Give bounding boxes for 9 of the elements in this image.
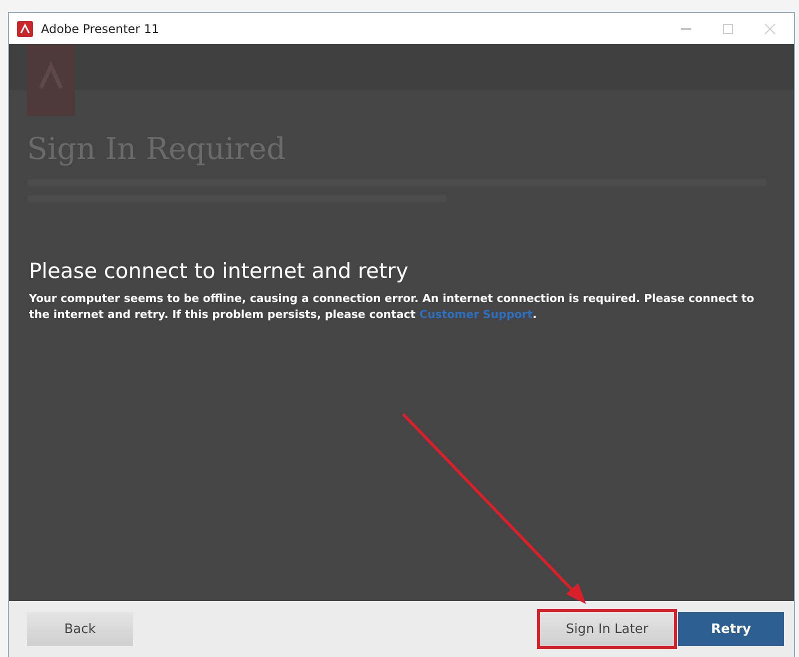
window-title: Adobe Presenter 11 <box>41 22 160 36</box>
dialog-button[interactable]: Back <box>27 612 133 646</box>
app-logo-icon <box>17 20 33 36</box>
close-icon[interactable] <box>764 22 776 34</box>
message-text: Your computer seems to be offline, causing a connection error. An internet connection is required. Please connect to the internet and retry. If this problem persists, please contact Customer Support. <box>29 291 756 323</box>
message-title: Please connect to internet and retry <box>29 259 410 283</box>
retry-button[interactable]: Retry <box>678 612 784 646</box>
maximize-icon[interactable] <box>722 22 734 34</box>
dialog-button[interactable]: Sign In Later <box>540 612 674 646</box>
